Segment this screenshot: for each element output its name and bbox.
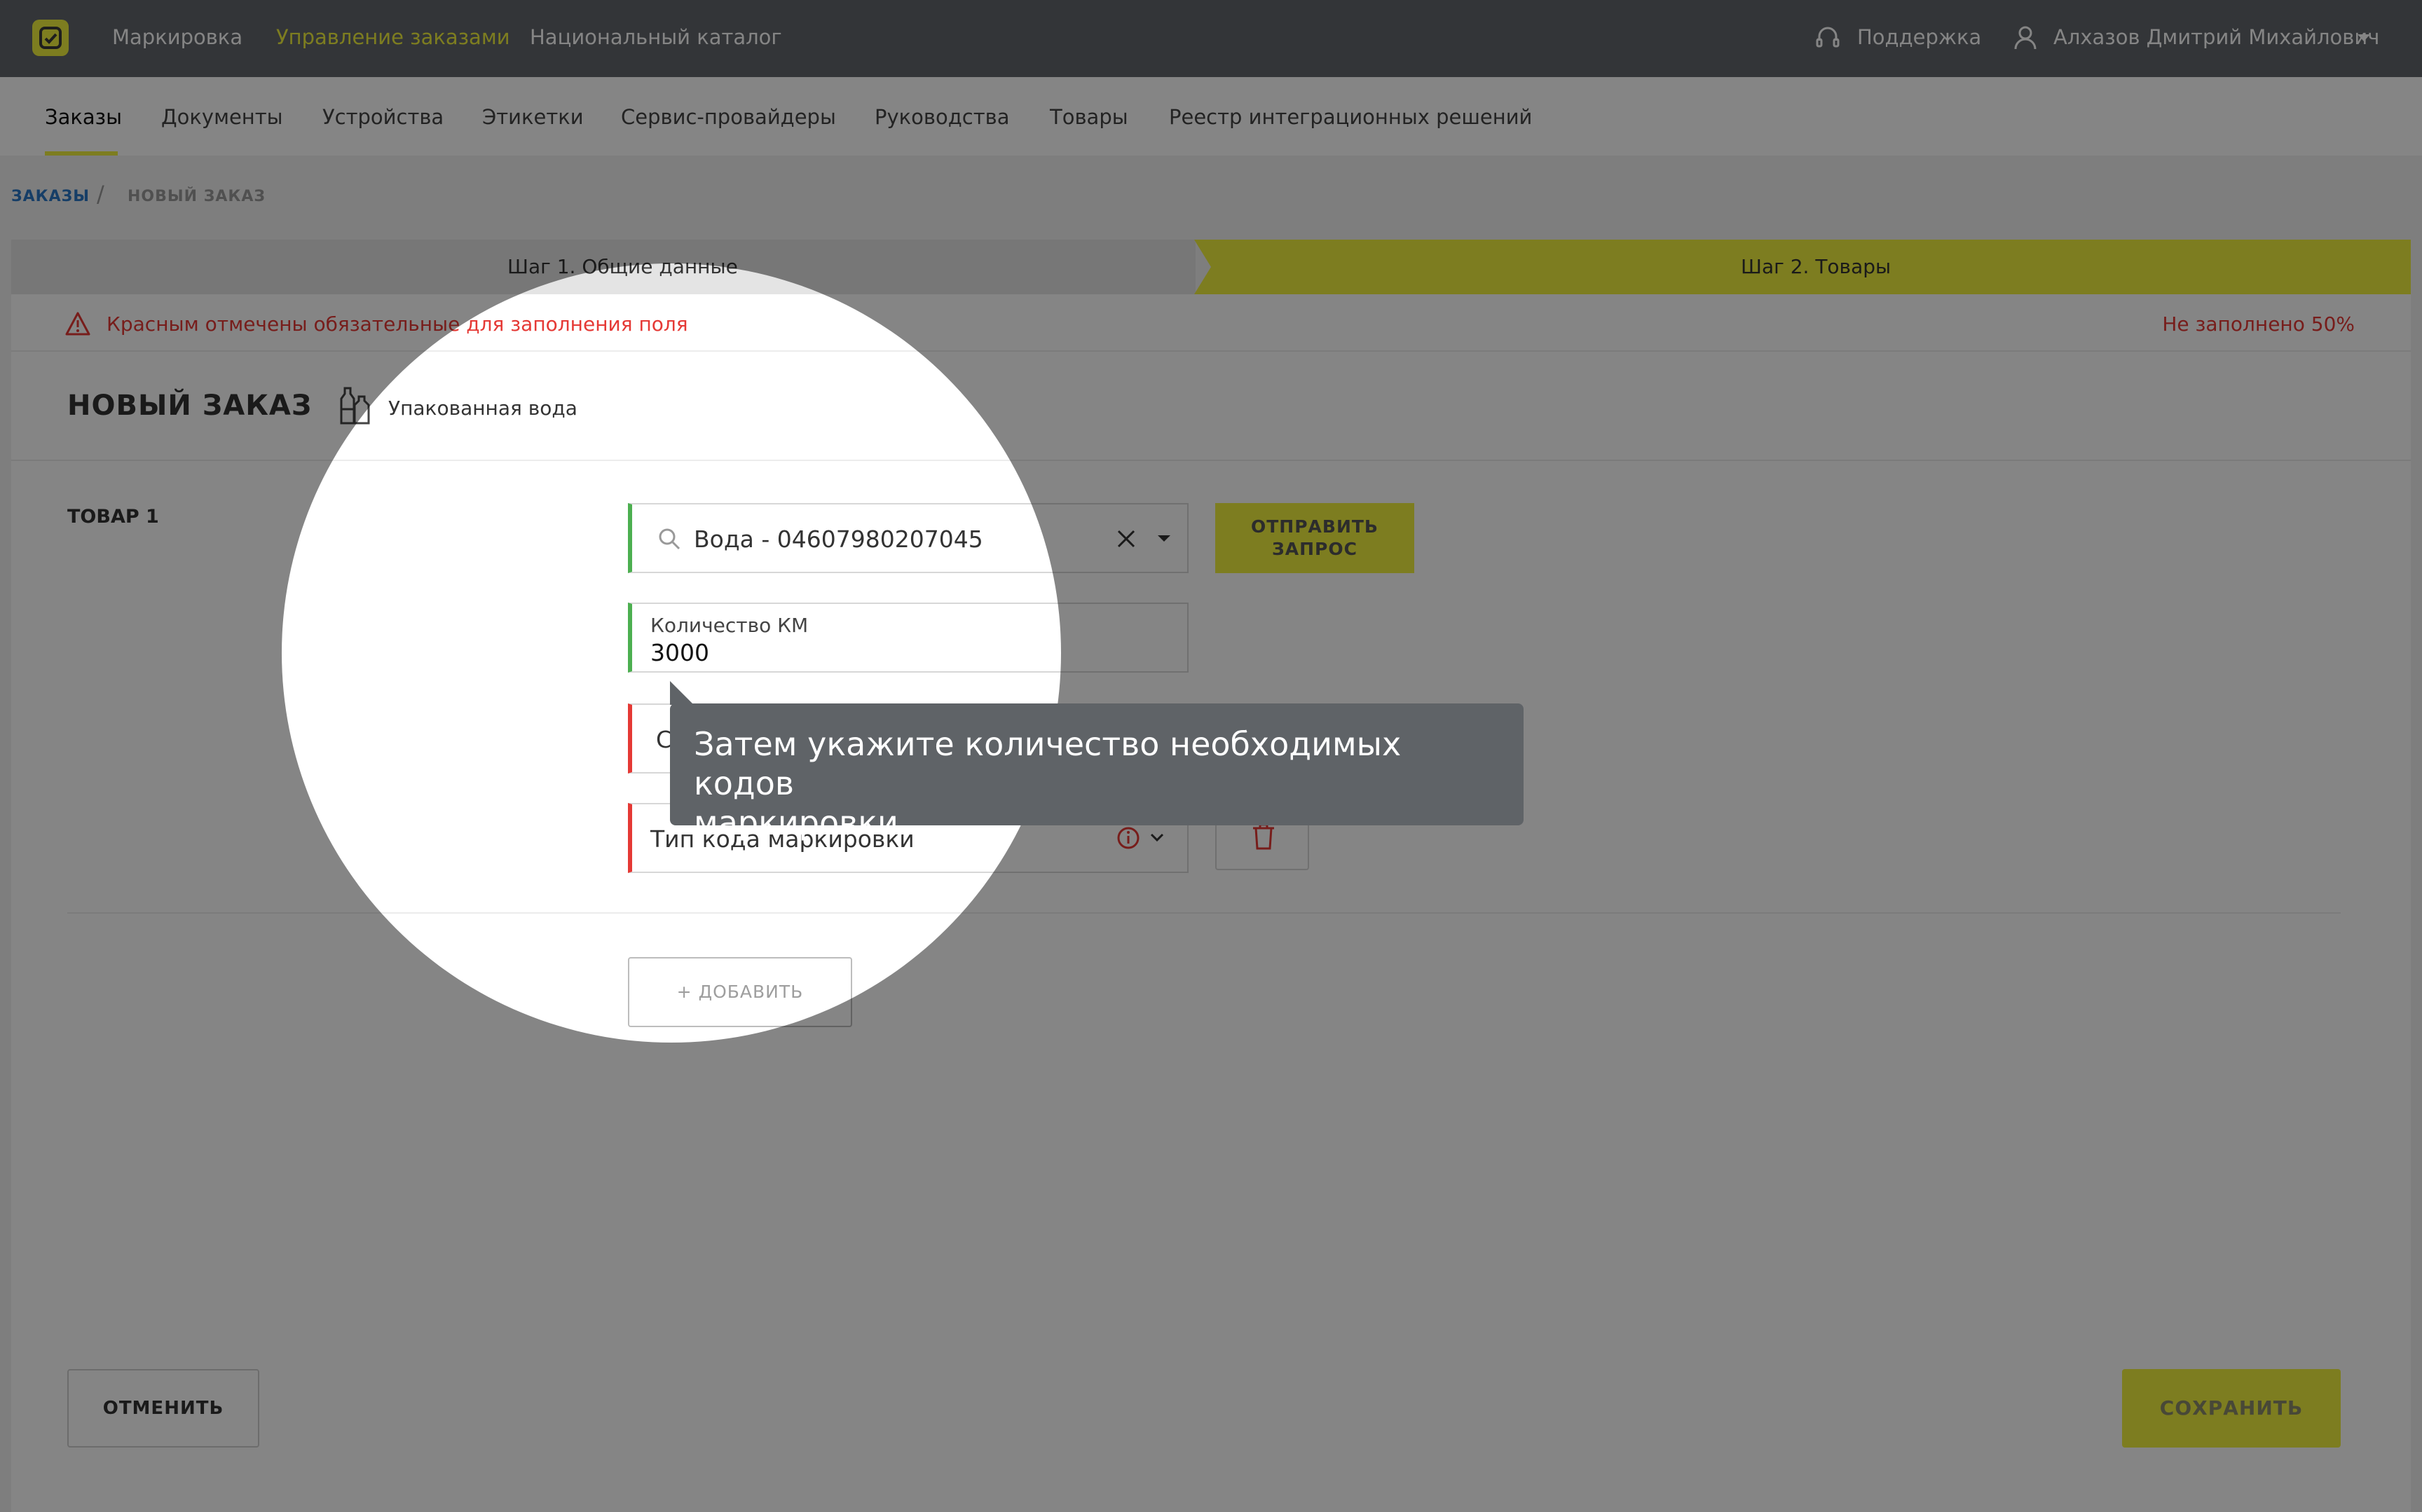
tab-integration-registry[interactable]: Реестр интеграционных решений	[1169, 105, 1532, 129]
order-form-panel	[11, 294, 2411, 1512]
divider	[67, 912, 2341, 914]
quantity-value: 3000	[650, 639, 709, 666]
support-link[interactable]: Поддержка	[1857, 25, 1981, 49]
tab-orders[interactable]: Заказы	[45, 105, 122, 129]
required-fields-warning: Красным отмечены обязательные для заполн…	[107, 312, 688, 336]
page-title: НОВЫЙ ЗАКАЗ	[67, 390, 313, 422]
cancel-button[interactable]: ОТМЕНИТЬ	[67, 1369, 259, 1448]
chevron-down-icon[interactable]	[1156, 534, 1172, 544]
tooltip-text-line1: Затем укажите количество необходимых код…	[694, 725, 1402, 802]
tab-guides[interactable]: Руководства	[875, 105, 1010, 129]
tab-service-providers[interactable]: Сервис-провайдеры	[621, 105, 836, 129]
product-search-value: Вода - 04607980207045	[694, 525, 983, 553]
tooltip-arrow	[670, 681, 694, 705]
user-icon	[2014, 26, 2037, 50]
search-icon	[659, 528, 680, 550]
step-products[interactable]: Шаг 2. Товары	[1194, 240, 2411, 294]
product-category: Упакованная вода	[388, 397, 577, 420]
tab-labels[interactable]: Этикетки	[482, 105, 584, 129]
breadcrumb-orders-link[interactable]: ЗАКАЗЫ	[11, 188, 90, 205]
save-button[interactable]: СОХРАНИТЬ	[2122, 1369, 2341, 1448]
send-request-button[interactable]: ОТПРАВИТЬ ЗАПРОС	[1215, 503, 1414, 573]
bottle-icon	[340, 387, 370, 425]
topnav-national-catalog[interactable]: Национальный каталог	[530, 25, 782, 49]
step1-label: Шаг 1. Общие данные	[507, 255, 738, 278]
breadcrumb-separator: /	[97, 181, 104, 207]
product-search-field[interactable]: Вода - 04607980207045	[628, 503, 1189, 573]
close-icon[interactable]	[1116, 528, 1137, 549]
tab-documents[interactable]: Документы	[161, 105, 283, 129]
warning-icon	[65, 312, 90, 336]
topnav-marking[interactable]: Маркировка	[112, 25, 242, 49]
sub-navigation: Заказы Документы Устройства Этикетки Сер…	[0, 77, 2422, 156]
completion-status: Не заполнено 50%	[2162, 312, 2355, 336]
tab-devices[interactable]: Устройства	[322, 105, 444, 129]
active-tab-indicator	[45, 151, 118, 156]
user-menu[interactable]: Алхазов Дмитрий Михайлович	[2053, 25, 2379, 49]
top-bar: Маркировка Управление заказами Националь…	[0, 0, 2422, 77]
tab-products[interactable]: Товары	[1050, 105, 1128, 129]
item-label: ТОВАР 1	[67, 506, 159, 528]
tooltip-text-line2: маркировки	[694, 804, 898, 841]
headset-icon	[1816, 27, 1840, 48]
divider	[11, 350, 2411, 352]
tutorial-tooltip[interactable]: Затем укажите количество необходимых код…	[670, 703, 1524, 841]
quantity-label: Количество КМ	[650, 614, 809, 637]
logo-icon[interactable]	[32, 20, 69, 56]
step2-label: Шаг 2. Товары	[1741, 255, 1891, 278]
breadcrumb-current: НОВЫЙ ЗАКАЗ	[128, 188, 266, 205]
chevron-down-icon[interactable]	[2358, 34, 2370, 41]
quantity-field[interactable]: Количество КМ 3000	[628, 603, 1189, 673]
add-item-button[interactable]: + ДОБАВИТЬ	[628, 957, 852, 1027]
topnav-orders-management[interactable]: Управление заказами	[276, 25, 510, 49]
divider	[11, 460, 2411, 461]
step-general-data[interactable]: Шаг 1. Общие данные	[11, 240, 1196, 294]
